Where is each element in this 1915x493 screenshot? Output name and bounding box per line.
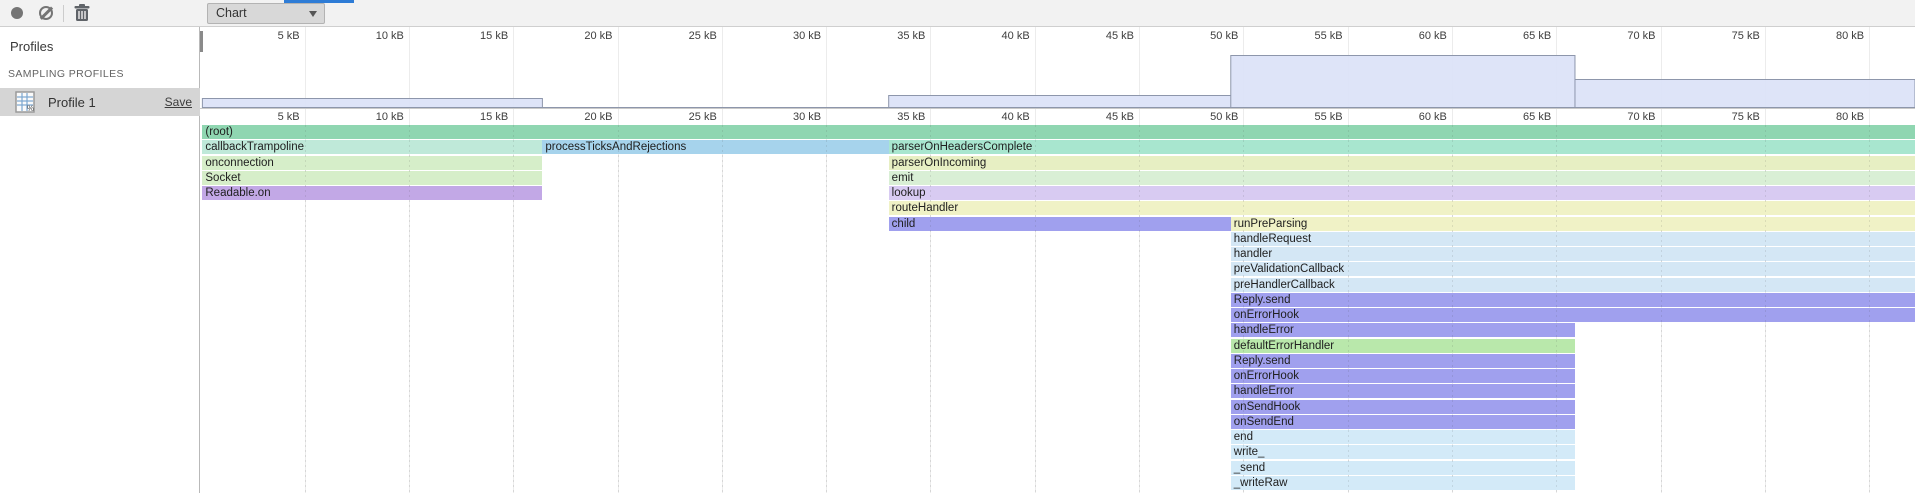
flame-bar[interactable]: lookup: [889, 186, 1915, 200]
flame-gridline-dashed: [1139, 125, 1140, 493]
flame-bar[interactable]: onconnection: [202, 156, 542, 170]
ruler-tick-label: 70 kB: [1586, 111, 1656, 123]
chart-view-select[interactable]: Chart: [207, 3, 325, 24]
ruler-tick-label: 20 kB: [543, 111, 613, 123]
flame-bar[interactable]: _send: [1231, 461, 1575, 475]
flame-gridline-dashed: [1452, 125, 1453, 493]
ruler-tick-label: 75 kB: [1690, 111, 1760, 123]
allocation-flame-chart: (root)callbackTrampolineprocessTicksAndR…: [200, 125, 1915, 493]
profile-list-item[interactable]: % Profile 1 Save: [0, 88, 200, 116]
flame-bar[interactable]: (root): [202, 125, 1915, 139]
memory-overview-timeline[interactable]: 5 kB10 kB15 kB20 kB25 kB30 kB35 kB40 kB4…: [200, 27, 1915, 109]
sidebar-title: Profiles: [10, 39, 53, 54]
chart-view-select-value: Chart: [216, 6, 247, 20]
flame-bar[interactable]: onErrorHook: [1231, 369, 1575, 383]
save-profile-link[interactable]: Save: [165, 95, 192, 109]
flame-bar[interactable]: runPreParsing: [1231, 217, 1915, 231]
svg-text:%: %: [27, 104, 34, 113]
flame-gridline-dashed: [1765, 125, 1766, 493]
flame-bar[interactable]: Reply.send: [1231, 293, 1915, 307]
flame-gridline-dashed: [1869, 125, 1870, 493]
profiles-sidebar: Profiles SAMPLING PROFILES % Profile 1 S…: [0, 27, 200, 493]
flame-bar[interactable]: preValidationCallback: [1231, 262, 1915, 276]
chart-pane: 5 kB 10 kB 15 kB 20 kB 25 kB 30 kB 35 kB 40 kB 4…: [200, 27, 1915, 493]
flame-gridline-dashed: [826, 125, 827, 493]
ruler-tick-label: 65 kB: [1481, 111, 1551, 123]
flame-bar[interactable]: emit: [889, 171, 1915, 185]
flame-bar[interactable]: onErrorHook: [1231, 308, 1915, 322]
flame-gridline-dashed: [1243, 125, 1244, 493]
flame-gridline-dashed: [618, 125, 619, 493]
flame-bar[interactable]: handleError: [1231, 384, 1575, 398]
flame-bar[interactable]: handler: [1231, 247, 1915, 261]
ruler-tick-label: 30 kB: [751, 111, 821, 123]
chevron-down-icon: [309, 11, 317, 17]
overview-area-chart: [200, 27, 1915, 109]
flamechart-ruler: 5 kB 10 kB 15 kB 20 kB 25 kB 30 kB 35 kB 40 kB 4…: [200, 109, 1915, 125]
flame-bar[interactable]: Reply.send: [1231, 354, 1575, 368]
ruler-tick-label: 60 kB: [1377, 111, 1447, 123]
flame-gridline-dashed: [930, 125, 931, 493]
flame-bar[interactable]: defaultErrorHandler: [1231, 339, 1575, 353]
sampling-profiles-section-label: SAMPLING PROFILES: [8, 68, 124, 80]
record-icon: [11, 7, 23, 19]
clear-profiles-button[interactable]: [33, 0, 59, 26]
ruler-tick-label: 15 kB: [438, 111, 508, 123]
flame-bar[interactable]: onSendEnd: [1231, 415, 1575, 429]
flame-gridline-dashed: [1348, 125, 1349, 493]
ruler-tick-label: 45 kB: [1064, 111, 1134, 123]
flame-bar[interactable]: end: [1231, 430, 1575, 444]
ruler-tick-label: 25 kB: [647, 111, 717, 123]
ruler-tick-label: 50 kB: [1168, 111, 1238, 123]
flame-bar[interactable]: handleRequest: [1231, 232, 1915, 246]
ruler-tick-label: 55 kB: [1273, 111, 1343, 123]
flame-bar[interactable]: handleError: [1231, 323, 1575, 337]
trash-icon: [69, 0, 95, 26]
flame-gridline-dashed: [722, 125, 723, 493]
flame-gridline-dashed: [305, 125, 306, 493]
flame-bar[interactable]: routeHandler: [889, 201, 1915, 215]
ruler-tick-label: 5 kB: [230, 111, 300, 123]
flame-bar[interactable]: processTicksAndRejections: [542, 140, 888, 154]
flame-gridline-dashed: [1556, 125, 1557, 493]
flame-bar[interactable]: onSendHook: [1231, 400, 1575, 414]
flame-bar[interactable]: parserOnIncoming: [889, 156, 1915, 170]
profile-name: Profile 1: [48, 95, 96, 110]
ruler-tick-label: 35 kB: [855, 111, 925, 123]
flame-bar[interactable]: preHandlerCallback: [1231, 278, 1915, 292]
delete-profile-button[interactable]: [69, 0, 95, 26]
flame-bar[interactable]: callbackTrampoline: [202, 140, 542, 154]
flame-bar[interactable]: _writeRaw: [1231, 476, 1575, 490]
ruler-tick-label: 80 kB: [1794, 111, 1864, 123]
flame-bar[interactable]: Socket: [202, 171, 542, 185]
ruler-tick-label: 40 kB: [960, 111, 1030, 123]
flame-gridline-dashed: [1035, 125, 1036, 493]
flame-bar[interactable]: child: [889, 217, 1231, 231]
flame-gridline-dashed: [409, 125, 410, 493]
flame-gridline-dashed: [513, 125, 514, 493]
toolbar: Chart: [0, 0, 1915, 27]
toolbar-separator: [63, 5, 64, 22]
allocation-sampling-profiler: Chart Profiles SAMPLING PROFILES % Profi…: [0, 0, 1915, 493]
flame-gridline-dashed: [1661, 125, 1662, 493]
flame-bar[interactable]: write_: [1231, 445, 1575, 459]
ruler-tick-label: 10 kB: [334, 111, 404, 123]
record-button[interactable]: [4, 0, 30, 26]
sampling-profile-icon: %: [15, 91, 37, 113]
flame-bar[interactable]: Readable.on: [202, 186, 542, 200]
active-tab-indicator: [284, 0, 354, 3]
flame-bar[interactable]: parserOnHeadersComplete: [889, 140, 1915, 154]
